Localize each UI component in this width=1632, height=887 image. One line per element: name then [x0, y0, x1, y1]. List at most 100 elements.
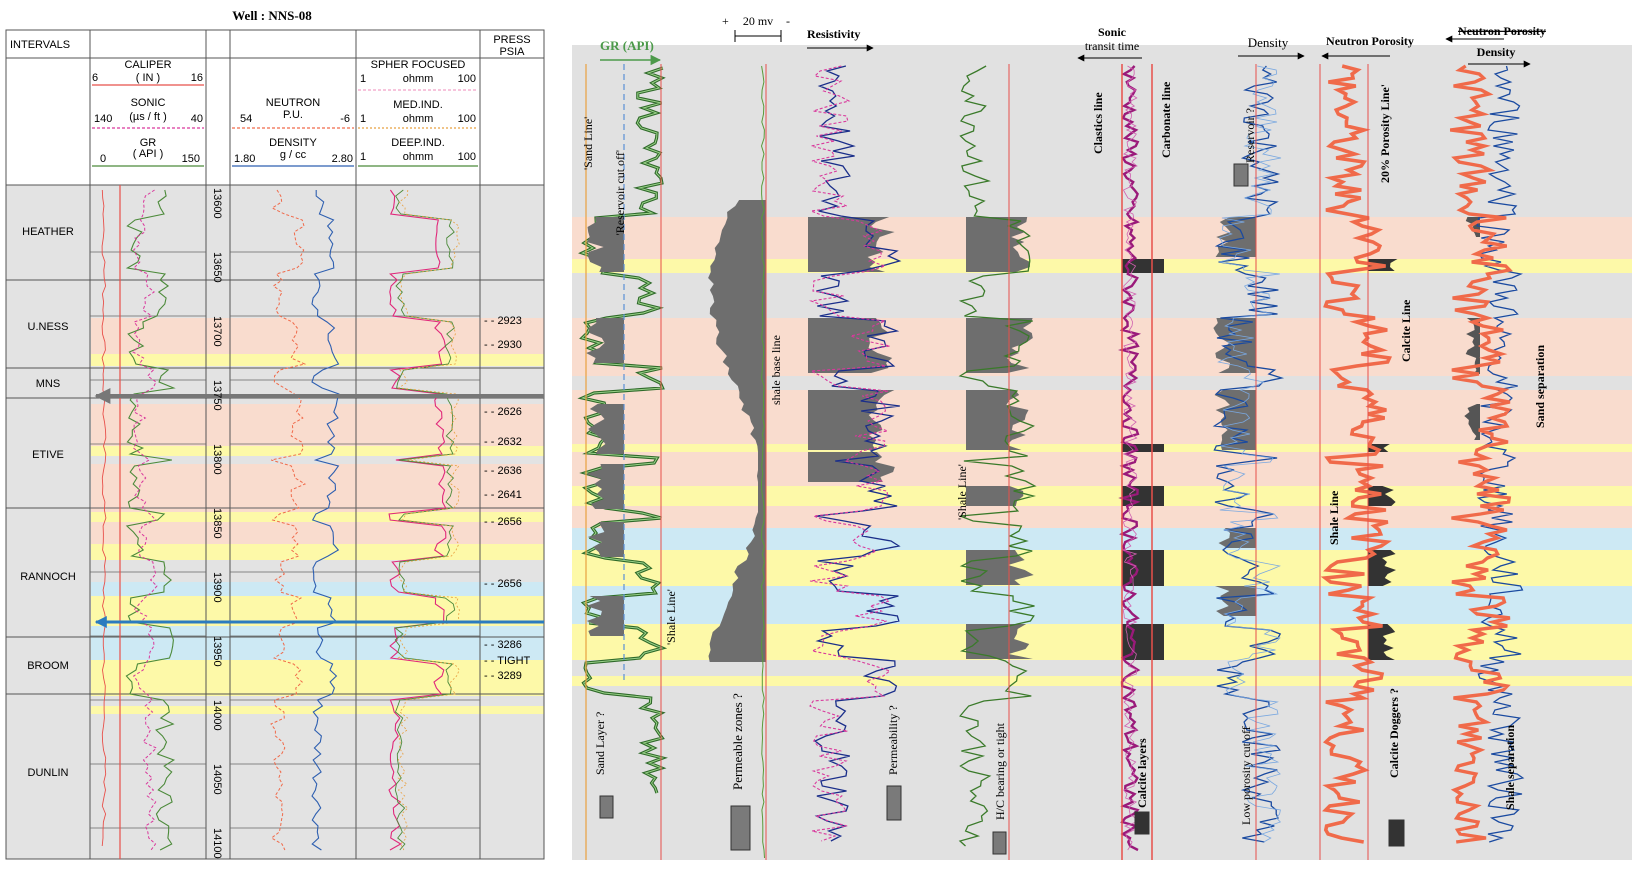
calcite-doggers-swatch [1388, 819, 1405, 847]
sp-scale-plus: + [722, 14, 729, 28]
sp-shale-base-line: shale base line [769, 335, 783, 405]
depth-label: 14050 [211, 764, 223, 795]
gr-panel-header: GR (API) [600, 38, 654, 53]
deep-min: 1 [360, 151, 366, 163]
med-unit: ohmm [403, 113, 434, 125]
well-log-figure: Well : NNS-08 INTERVALS PRESS PSIA CALIP… [0, 0, 1632, 882]
pressure-value: - - TIGHT [484, 655, 531, 667]
density-min: 1.80 [234, 153, 255, 165]
caliper-min: 6 [92, 72, 98, 84]
pressure-value: - - 2930 [484, 339, 522, 351]
depth-label: 13600 [211, 188, 223, 219]
gr-min: 0 [100, 153, 106, 165]
deep-max: 100 [458, 151, 476, 163]
interval-broom: BROOM [27, 660, 69, 672]
pressure-value: - - 2656 [484, 578, 522, 590]
sp-scale-value: 20 mv [743, 14, 773, 28]
interval-heather: HEATHER [22, 226, 74, 238]
pressure-value: - - 3289 [484, 670, 522, 682]
depth-label: 13900 [211, 572, 223, 603]
depth-label: 13650 [211, 252, 223, 283]
intervals-header: INTERVALS [10, 39, 70, 51]
sonic-clastics-line: Clastics line [1091, 92, 1105, 154]
interval-mns: MNS [36, 378, 60, 390]
pressure-value: - - 3286 [484, 639, 522, 651]
shale-legend-hc: H/C bearing or tight [993, 722, 1007, 820]
sp-scale-minus: - [786, 14, 790, 28]
caliper-label: CALIPER [124, 59, 171, 71]
neutron-min: 54 [240, 113, 252, 125]
shale-panel-shale-line: 'Shale Line' [955, 464, 969, 520]
spher-max: 100 [458, 73, 476, 85]
gr-reservoir-cutoff: 'Reservoir cut off' [613, 150, 627, 235]
caliper-unit: ( IN ) [136, 72, 160, 84]
neutron-unit: P.U. [283, 109, 303, 121]
gr-shale-line: 'Shale Line' [664, 589, 678, 645]
resistivity-legend-permeability: Permeability ? [886, 705, 900, 775]
well-log-correlation: Well : NNS-08 INTERVALS PRESS PSIA CALIP… [0, 0, 1632, 882]
interval-etive: ETIVE [32, 449, 64, 461]
interval-rannoch: RANNOCH [20, 571, 76, 583]
spher-label: SPHER FOCUSED [371, 59, 466, 71]
reservoir-swatch [1233, 163, 1249, 187]
pressure-value: - - 2626 [484, 406, 522, 418]
overlay-shale-separation: Shale separation [1503, 725, 1517, 810]
spher-unit: ohmm [403, 73, 434, 85]
density-legend-low-porosity: Low porosity cut off [1239, 726, 1253, 825]
hc-swatch [992, 831, 1007, 855]
permeability-swatch [886, 785, 902, 821]
depth-label: 13800 [211, 444, 223, 475]
neutron-calcite-line: Calcite Line [1399, 299, 1413, 362]
sonic-header-2: transit time [1085, 39, 1139, 53]
depth-label: 13950 [211, 636, 223, 667]
sonic-header-1: Sonic [1098, 25, 1127, 39]
spher-min: 1 [360, 73, 366, 85]
gr-max: 150 [182, 153, 200, 165]
pressure-value: - - 2641 [484, 489, 522, 501]
density-header: Density [1248, 35, 1289, 50]
sonic-legend-calcite: Calcite layers [1135, 738, 1149, 808]
calcite-swatch [1134, 811, 1150, 835]
interval-dunlin: DUNLIN [28, 767, 69, 779]
med-max: 100 [458, 113, 476, 125]
gr-sand-line: 'Sand Line' [581, 117, 595, 170]
sand-layer-swatch [599, 795, 614, 819]
depth-label: 14100 [211, 828, 223, 859]
sonic-label: SONIC [131, 97, 166, 109]
neutron-max: -6 [340, 113, 350, 125]
neutron-20-porosity-line: 20% Porosity Line' [1378, 84, 1392, 183]
overlay-header-2: Density [1477, 45, 1516, 59]
pressure-value: - - 2636 [484, 465, 522, 477]
pressure-value: - - 2632 [484, 436, 522, 448]
press-header-2: PSIA [499, 46, 525, 58]
depth-label: 13700 [211, 316, 223, 347]
interval-uness: U.NESS [28, 321, 69, 333]
pressure-value: - - 2656 [484, 516, 522, 528]
depth-label: 13850 [211, 508, 223, 539]
resistivity-header: Resistivity [807, 27, 860, 41]
overlay-header-1: Neutron Porosity [1458, 24, 1546, 38]
neutron-shale-line: Shale Line [1327, 490, 1341, 545]
press-header-1: PRESS [493, 34, 530, 46]
med-min: 1 [360, 113, 366, 125]
gr-legend-sand-layer: Sand Layer ? [593, 712, 607, 775]
neutron-label: NEUTRON [266, 97, 320, 109]
deep-label: DEEP.IND. [391, 137, 445, 149]
pressure-value: - - 2923 [484, 315, 522, 327]
overlay-sand-separation: Sand separation [1533, 345, 1547, 428]
figure-title: Well : NNS-08 [232, 8, 312, 23]
med-label: MED.IND. [393, 99, 443, 111]
deep-unit: ohmm [403, 151, 434, 163]
neutron-legend-calcite-doggers: Calcite Doggers ? [1387, 688, 1401, 778]
sonic-max: 40 [191, 113, 203, 125]
neutron-header: Neutron Porosity [1326, 34, 1414, 48]
density-reservoir: Reservoir ? [1243, 108, 1257, 163]
density-unit: g / cc [280, 149, 307, 161]
permeable-swatch [730, 805, 751, 851]
sonic-carbonate-line: Carbonate line [1159, 81, 1173, 158]
density-max: 2.80 [332, 153, 353, 165]
gr-unit: ( API ) [133, 148, 164, 160]
sonic-min: 140 [94, 113, 112, 125]
sp-legend-permeable: Permeable zones ? [730, 693, 745, 790]
depth-label: 13750 [211, 380, 223, 411]
